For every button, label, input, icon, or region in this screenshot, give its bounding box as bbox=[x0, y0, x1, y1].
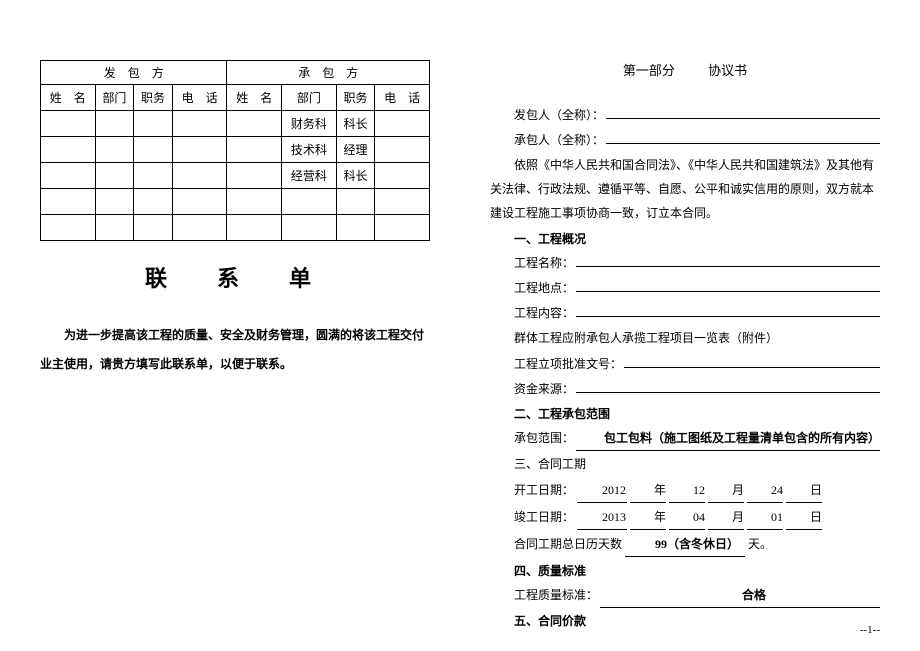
day-unit-2: 日 bbox=[786, 505, 822, 530]
start-date-line: 开工日期： 2012 年 12 月 24 日 bbox=[490, 478, 880, 503]
col-dept-a: 部门 bbox=[95, 85, 134, 111]
section-1-title: 一、工程概况 bbox=[490, 227, 880, 251]
basis-paragraph: 依照《中华人民共和国合同法》、《中华人民共和国建筑法》及其他有关法律、行政法规、… bbox=[490, 153, 880, 225]
intro-paragraph: 为进一步提高该工程的质量、安全及财务管理，圆满的将该工程交付业主使用，请贵方填写… bbox=[40, 321, 430, 379]
month-unit-2: 月 bbox=[708, 505, 744, 530]
contractor-value bbox=[606, 105, 880, 119]
day-unit: 日 bbox=[786, 478, 822, 503]
scope-value: 包工包料（施工图纸及工程量清单包含的所有内容） bbox=[576, 426, 880, 451]
month-unit: 月 bbox=[708, 478, 744, 503]
table-row bbox=[41, 215, 430, 241]
fund-value bbox=[576, 379, 880, 393]
col-dept-b: 部门 bbox=[282, 85, 337, 111]
duration-unit: 天。 bbox=[748, 537, 772, 551]
end-year: 2013 bbox=[577, 505, 627, 530]
col-name-b: 姓 名 bbox=[227, 85, 282, 111]
proj-addr-line: 工程地点： bbox=[490, 276, 880, 300]
group-note: 群体工程应附承包人承揽工程项目一览表（附件） bbox=[490, 326, 880, 350]
col-role-a: 职务 bbox=[134, 85, 173, 111]
table-row: 技术科 经理 bbox=[41, 137, 430, 163]
section-4-title: 四、质量标准 bbox=[490, 559, 880, 583]
approval-label: 工程立项批准文号： bbox=[490, 352, 622, 376]
scope-label: 承包范围： bbox=[490, 426, 574, 450]
contractor-line: 发包人（全称）： bbox=[490, 103, 880, 127]
quality-line: 工程质量标准： 合格 bbox=[490, 583, 880, 608]
page-number: --1-- bbox=[860, 624, 880, 636]
start-month: 12 bbox=[669, 478, 705, 503]
col-phone-b: 电 话 bbox=[375, 85, 430, 111]
end-month: 04 bbox=[669, 505, 705, 530]
contact-table: 发 包 方 承 包 方 姓 名 部门 职务 电 话 姓 名 部门 职务 电 话 … bbox=[40, 60, 430, 241]
part-header: 第一部分 协议书 bbox=[490, 60, 880, 79]
proj-addr-label: 工程地点： bbox=[490, 276, 574, 300]
duration-label: 合同工期总日历天数 bbox=[514, 537, 622, 551]
proj-content-line: 工程内容： bbox=[490, 301, 880, 325]
proj-name-label: 工程名称： bbox=[490, 251, 574, 275]
quality-label: 工程质量标准： bbox=[490, 583, 598, 607]
table-col-header: 姓 名 部门 职务 电 话 姓 名 部门 职务 电 话 bbox=[41, 85, 430, 111]
scope-line: 承包范围： 包工包料（施工图纸及工程量清单包含的所有内容） bbox=[490, 426, 880, 451]
year-unit-2: 年 bbox=[630, 505, 666, 530]
cell-dept: 财务科 bbox=[282, 111, 337, 137]
table-group-header: 发 包 方 承 包 方 bbox=[41, 61, 430, 85]
part-title: 协议书 bbox=[708, 63, 747, 78]
group-b-header: 承 包 方 bbox=[227, 61, 430, 85]
contractor-label: 发包人（全称）： bbox=[490, 103, 604, 127]
duration-value: 99（含冬休日） bbox=[625, 532, 745, 557]
group-a-header: 发 包 方 bbox=[41, 61, 227, 85]
table-row: 经营科 科长 bbox=[41, 163, 430, 189]
proj-name-line: 工程名称： bbox=[490, 251, 880, 275]
contact-form-title: 联 系 单 bbox=[40, 261, 430, 293]
cell-role: 科长 bbox=[336, 163, 375, 189]
table-row bbox=[41, 189, 430, 215]
section-3-title: 三、合同工期 bbox=[490, 452, 880, 476]
quality-value: 合格 bbox=[600, 583, 880, 608]
proj-content-label: 工程内容： bbox=[490, 301, 574, 325]
proj-addr-value bbox=[576, 278, 880, 292]
col-phone-a: 电 话 bbox=[172, 85, 227, 111]
col-name-a: 姓 名 bbox=[41, 85, 96, 111]
cell-role: 经理 bbox=[336, 137, 375, 163]
start-day: 24 bbox=[747, 478, 783, 503]
end-day: 01 bbox=[747, 505, 783, 530]
table-row: 财务科 科长 bbox=[41, 111, 430, 137]
fund-line: 资金来源： bbox=[490, 377, 880, 401]
section-5-title: 五、合同价款 bbox=[490, 609, 880, 633]
right-page: 第一部分 协议书 发包人（全称）： 承包人（全称）： 依照《中华人民共和国合同法… bbox=[460, 0, 920, 651]
cell-dept: 技术科 bbox=[282, 137, 337, 163]
proj-content-value bbox=[576, 303, 880, 317]
cell-role: 科长 bbox=[336, 111, 375, 137]
approval-value bbox=[624, 354, 880, 368]
left-page: 发 包 方 承 包 方 姓 名 部门 职务 电 话 姓 名 部门 职务 电 话 … bbox=[0, 0, 460, 651]
end-label: 竣工日期： bbox=[514, 510, 574, 524]
proj-name-value bbox=[576, 253, 880, 267]
approval-line: 工程立项批准文号： bbox=[490, 352, 880, 376]
end-date-line: 竣工日期： 2013 年 04 月 01 日 bbox=[490, 505, 880, 530]
duration-line: 合同工期总日历天数 99（含冬休日） 天。 bbox=[490, 532, 880, 557]
year-unit: 年 bbox=[630, 478, 666, 503]
col-role-b: 职务 bbox=[336, 85, 375, 111]
subcontractor-line: 承包人（全称）： bbox=[490, 128, 880, 152]
fund-label: 资金来源： bbox=[490, 377, 574, 401]
subcontractor-label: 承包人（全称）： bbox=[490, 128, 604, 152]
start-label: 开工日期： bbox=[514, 483, 574, 497]
part-number: 第一部分 bbox=[623, 63, 675, 78]
subcontractor-value bbox=[606, 130, 880, 144]
start-year: 2012 bbox=[577, 478, 627, 503]
section-2-title: 二、工程承包范围 bbox=[490, 402, 880, 426]
cell-dept: 经营科 bbox=[282, 163, 337, 189]
